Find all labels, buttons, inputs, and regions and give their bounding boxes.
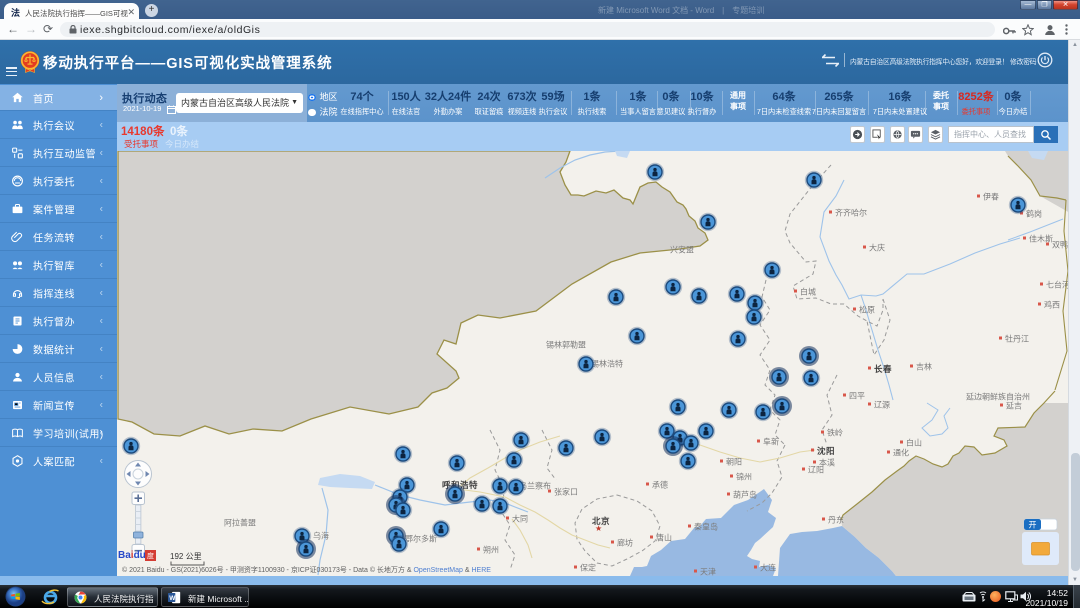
svg-text:延吉: 延吉 (1006, 401, 1022, 411)
svg-text:白城: 白城 (800, 287, 816, 297)
svg-text:大同: 大同 (512, 514, 528, 524)
svg-text:四平: 四平 (849, 392, 865, 401)
svg-text:© 2021 Baidu - GS(2021)6026号 -: © 2021 Baidu - GS(2021)6026号 - 甲测资字11009… (122, 565, 491, 574)
svg-text:Baidu: Baidu (118, 550, 146, 561)
svg-text:天津: 天津 (700, 567, 716, 577)
svg-text:廊坊: 廊坊 (617, 538, 633, 548)
svg-text:延边朝鲜族自治州: 延边朝鲜族自治州 (966, 392, 1030, 402)
svg-text:开: 开 (1029, 521, 1037, 530)
svg-text:阿拉善盟: 阿拉善盟 (224, 518, 256, 528)
svg-text:大庆: 大庆 (869, 243, 885, 253)
svg-text:兴安盟: 兴安盟 (670, 245, 694, 255)
svg-text:齐齐哈尔: 齐齐哈尔 (835, 208, 867, 218)
svg-text:松原: 松原 (859, 305, 875, 315)
svg-text:鸡西: 鸡西 (1044, 300, 1060, 310)
svg-text:辽阳: 辽阳 (808, 466, 824, 475)
svg-text:承德: 承德 (652, 480, 668, 490)
svg-text:秦皇岛: 秦皇岛 (694, 522, 718, 532)
svg-text:保定: 保定 (580, 563, 596, 573)
svg-text:W: W (169, 595, 176, 602)
svg-text:伊春: 伊春 (983, 192, 999, 202)
svg-text:192 公里: 192 公里 (170, 552, 202, 561)
svg-text:锦州: 锦州 (736, 472, 752, 482)
svg-text:通化: 通化 (893, 448, 909, 458)
svg-text:牡丹江: 牡丹江 (1005, 334, 1029, 344)
svg-text:七台河: 七台河 (1046, 280, 1070, 290)
svg-text:唐山: 唐山 (656, 533, 672, 543)
svg-text:乌海: 乌海 (313, 531, 329, 541)
svg-text:吉林: 吉林 (916, 362, 932, 372)
svg-text:白山: 白山 (906, 438, 922, 448)
svg-text:鄂尔多斯: 鄂尔多斯 (405, 534, 437, 544)
svg-text:沈阳: 沈阳 (817, 446, 835, 456)
svg-text:铁岭: 铁岭 (827, 428, 843, 438)
svg-text:长春: 长春 (874, 364, 892, 374)
svg-text:大连: 大连 (760, 563, 776, 573)
svg-text:阜新: 阜新 (763, 437, 779, 447)
svg-text:朝阳: 朝阳 (726, 458, 742, 467)
svg-text:鹤岗: 鹤岗 (1026, 209, 1042, 219)
svg-text:丹东: 丹东 (828, 515, 844, 525)
svg-text:★: ★ (595, 524, 602, 533)
svg-text:张家口: 张家口 (554, 487, 578, 497)
svg-text:锡林浩特: 锡林浩特 (591, 359, 623, 369)
svg-text:佳木斯: 佳木斯 (1029, 234, 1053, 244)
svg-text:辽源: 辽源 (874, 401, 890, 410)
svg-text:度: 度 (147, 551, 154, 560)
svg-text:朔州: 朔州 (483, 545, 499, 555)
svg-text:葫芦岛: 葫芦岛 (733, 490, 757, 500)
svg-text:锡林郭勒盟: 锡林郭勒盟 (546, 340, 586, 350)
